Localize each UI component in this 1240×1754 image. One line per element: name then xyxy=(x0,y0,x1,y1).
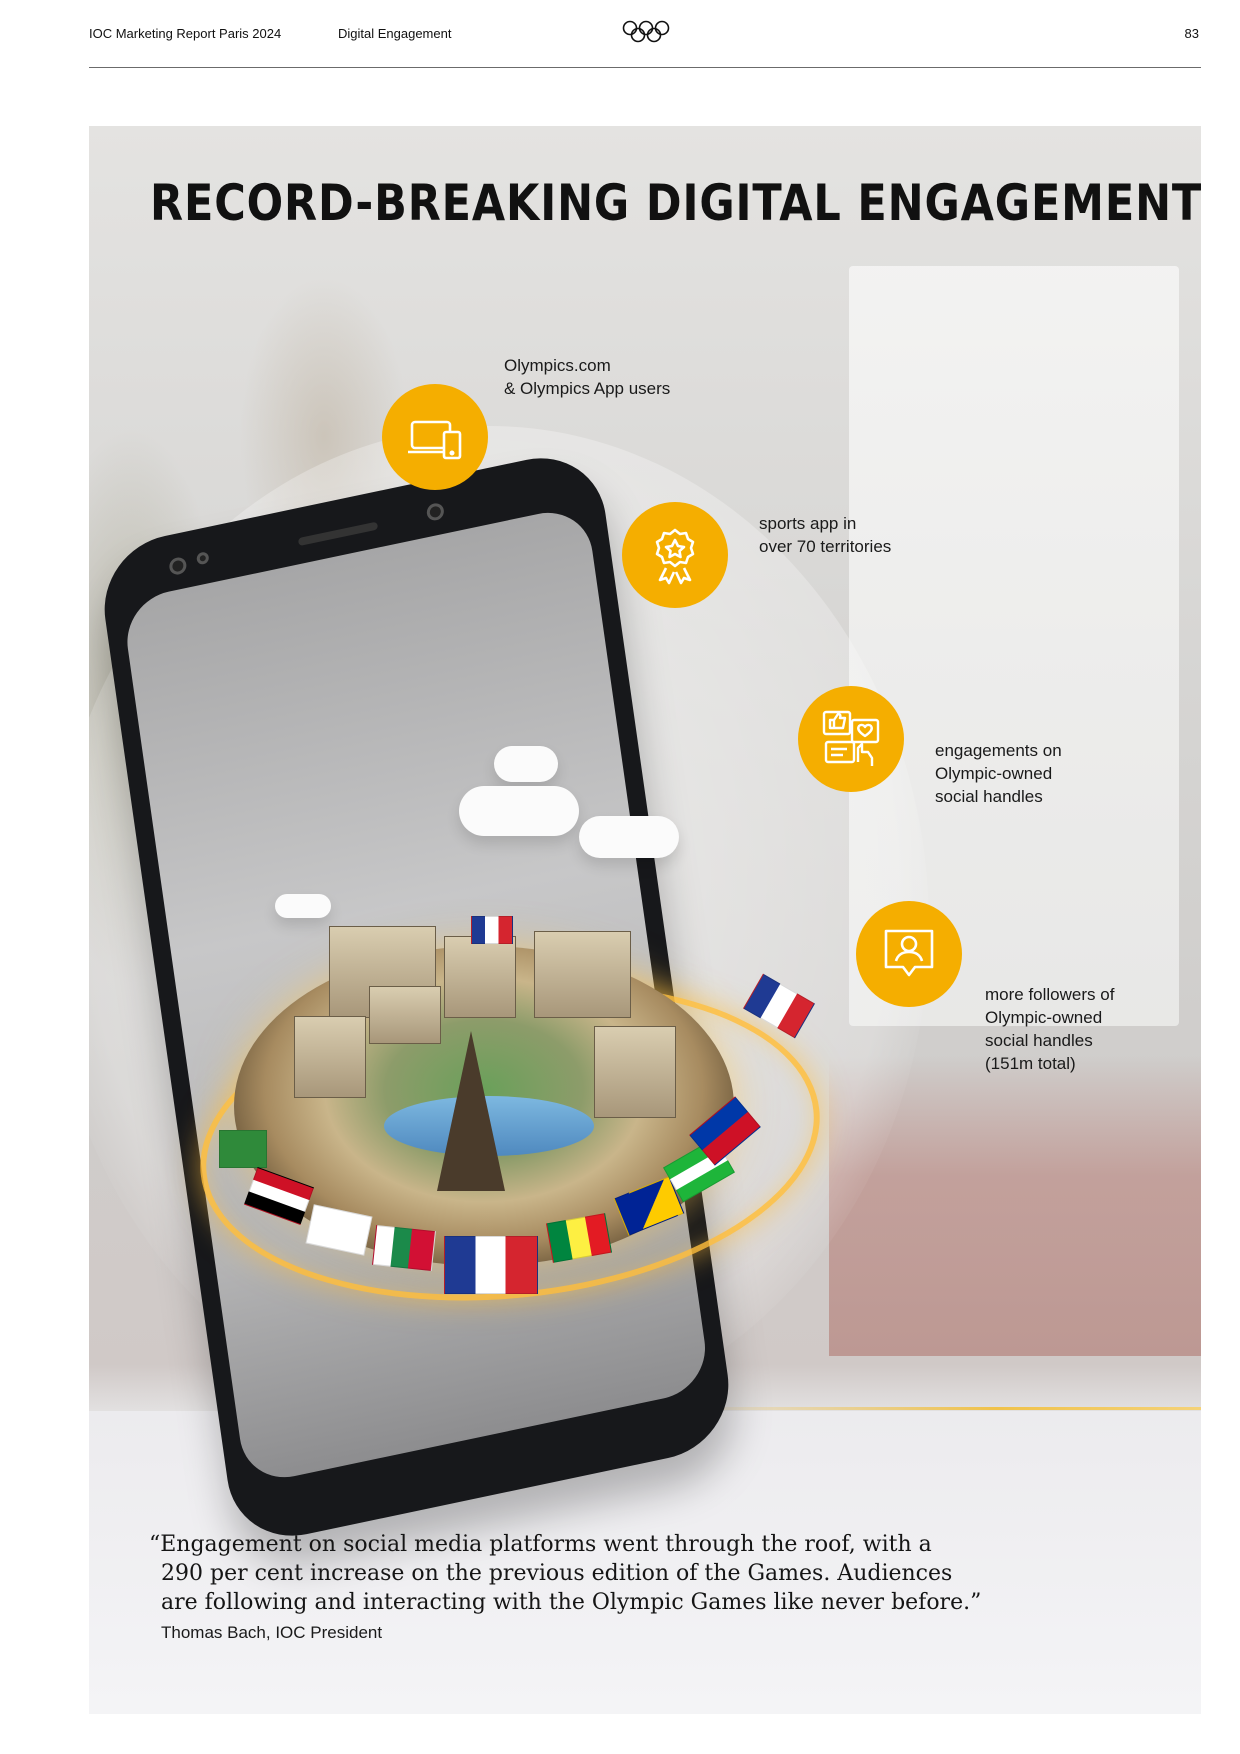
quote-line: “Engagement on social media platforms we… xyxy=(149,1532,932,1557)
stat-line: more followers of xyxy=(985,985,1115,1004)
stat-line: engagements on xyxy=(935,741,1062,760)
stat-line: social handles xyxy=(935,787,1043,806)
social-reactions-icon xyxy=(798,686,904,792)
stat-label-app-users: Olympics.com & Olympics App users xyxy=(504,354,670,400)
flag-france xyxy=(471,916,513,944)
building xyxy=(294,1016,366,1098)
cloud xyxy=(579,816,679,858)
quote-line: 290 per cent increase on the previous ed… xyxy=(161,1561,953,1586)
header-divider xyxy=(89,67,1201,68)
phone-front-camera xyxy=(425,501,445,522)
building xyxy=(534,931,631,1018)
hero-panel: RECORD-BREAKING DIGITAL ENGAGEMENT Olymp… xyxy=(89,126,1201,1714)
arc-de-triomphe xyxy=(369,986,441,1044)
stat-line: (151m total) xyxy=(985,1054,1076,1073)
flag-mauritania xyxy=(219,1130,267,1168)
olympic-rings-logo xyxy=(622,20,670,43)
stat-label-sports-app: sports app in over 70 territories xyxy=(759,512,891,558)
user-profile-icon xyxy=(856,901,962,1007)
stat-line: Olympic-owned xyxy=(985,1008,1103,1027)
phone-camera xyxy=(168,555,188,577)
cloud xyxy=(494,746,558,782)
devices-icon xyxy=(382,384,488,490)
stat-label-engagements: engagements on Olympic-owned social hand… xyxy=(935,739,1062,808)
page-title: RECORD-BREAKING DIGITAL ENGAGEMENT xyxy=(150,174,1201,232)
building xyxy=(444,936,516,1018)
report-title: IOC Marketing Report Paris 2024 xyxy=(89,26,282,41)
flag-oman xyxy=(372,1224,436,1272)
cloud xyxy=(275,894,331,918)
building xyxy=(594,1026,676,1118)
stat-line: Olympics.com xyxy=(504,356,611,375)
stat-line: social handles xyxy=(985,1031,1093,1050)
stat-line: Olympic-owned xyxy=(935,764,1053,783)
stat-label-followers: more followers of Olympic-owned social h… xyxy=(985,983,1114,1075)
page-number: 83 xyxy=(1184,26,1199,41)
stat-line: & Olympics App users xyxy=(504,379,671,398)
gold-accent-line xyxy=(689,1407,1201,1410)
phone-speaker xyxy=(297,521,379,547)
section-name: Digital Engagement xyxy=(338,26,452,41)
cloud xyxy=(459,786,579,836)
quote-line: are following and interacting with the O… xyxy=(161,1590,982,1615)
eiffel-tower xyxy=(437,1031,505,1191)
quote-attribution: Thomas Bach, IOC President xyxy=(161,1623,383,1642)
stat-line: sports app in xyxy=(759,514,857,533)
phone-sensor xyxy=(196,551,210,566)
stat-line: over 70 territories xyxy=(759,537,892,556)
president-quote: “Engagement on social media platforms we… xyxy=(149,1530,1049,1617)
flag-france xyxy=(444,1236,538,1294)
award-ribbon-icon xyxy=(622,502,728,608)
